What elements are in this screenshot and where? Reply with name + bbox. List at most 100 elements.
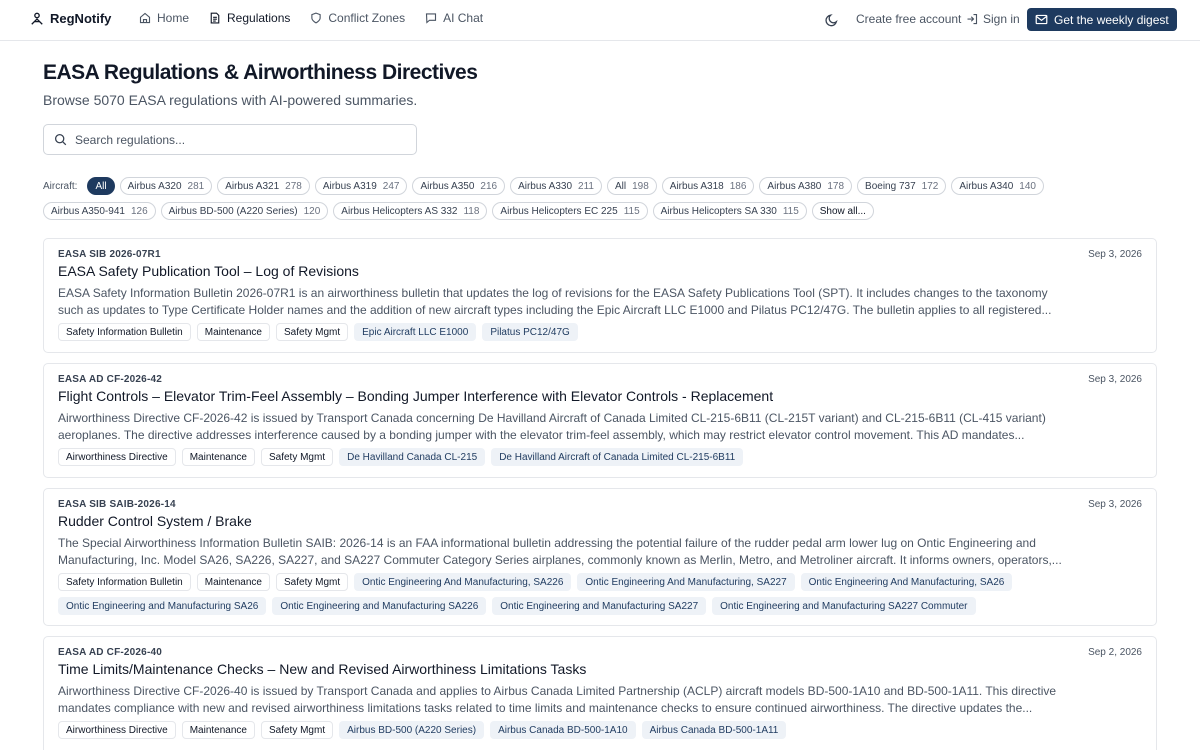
chip-count: 278 [285,180,302,192]
aircraft-model-tag: Ontic Engineering And Manufacturing, SA2… [577,573,795,591]
category-tag: Maintenance [181,448,255,466]
aircraft-model-tag: De Havilland Aircraft of Canada Limited … [491,448,744,466]
filter-chip[interactable]: Airbus BD-500 (A220 Series) 120 [160,202,329,220]
chip-count: 118 [463,205,480,217]
brand-logo[interactable]: RegNotify [30,11,111,26]
regulation-ref: EASA SIB SAIB-2026-14 [58,499,176,510]
create-account-link[interactable]: Create free account [856,12,961,26]
search-box[interactable] [43,124,417,155]
filter-chip[interactable]: Airbus A380 178 [759,177,853,195]
chip-count: 115 [782,205,799,217]
aircraft-model-tag: De Havilland Canada CL-215 [339,448,486,466]
chip-count: 172 [921,180,939,192]
shield-icon [311,12,322,24]
filter-chip[interactable]: All 198 [606,177,657,195]
filter-chip[interactable]: Airbus A318 186 [661,177,755,195]
document-icon [210,12,220,24]
regulation-title[interactable]: Rudder Control System / Brake [58,513,252,529]
regulation-summary: Airworthiness Directive CF-2026-40 is is… [58,683,1068,717]
regulation-card[interactable]: EASA SIB SAIB-2026-14 Sep 3, 2026 Rudder… [43,488,1157,626]
aircraft-model-tag: Pilatus PC12/47G [482,323,578,341]
regulation-title[interactable]: Time Limits/Maintenance Checks – New and… [58,661,586,677]
filter-chip-all[interactable]: All [87,177,115,195]
regulation-summary: The Special Airworthiness Information Bu… [58,535,1068,569]
category-tag: Maintenance [196,323,270,341]
filter-chip[interactable]: Airbus A330 211 [510,177,602,195]
brand-name: RegNotify [50,11,112,26]
regulation-card[interactable]: EASA AD CF-2026-42 Sep 3, 2026 Flight Co… [43,363,1157,478]
filter-chip[interactable]: Airbus A350-941 126 [43,202,156,220]
regulation-title[interactable]: Flight Controls – Elevator Trim-Feel Ass… [58,388,773,404]
chip-label: Airbus A321 [225,180,280,192]
moon-icon[interactable] [825,13,839,27]
regulation-date: Sep 3, 2026 [1088,249,1142,260]
main-nav: Home Regulations Conflict Zones AI Chat [139,11,483,25]
filter-chip[interactable]: Airbus Helicopters AS 332 118 [333,202,488,220]
page-title: EASA Regulations & Airworthiness Directi… [43,61,478,84]
filter-chip[interactable]: Airbus A321 278 [217,177,310,195]
filter-chip[interactable]: Airbus Helicopters SA 330 115 [652,202,807,220]
weekly-digest-label: Get the weekly digest [1054,12,1169,27]
summary-line: Manufacturing, Inc. Model SA26, SA226, S… [58,553,1062,567]
category-tag: Safety Information Bulletin [58,573,191,591]
show-all-filters-button[interactable]: Show all... [811,202,874,220]
aircraft-filter-row-2: Airbus A350-941 126 Airbus BD-500 (A220 S… [43,202,874,220]
regulation-date: Sep 2, 2026 [1088,647,1142,658]
chip-label: Show all... [819,205,866,217]
filter-chip[interactable]: Airbus A320 281 [119,177,213,195]
summary-line: mandates compliance with new and revised… [58,701,1033,715]
tag-list: Safety Information Bulletin Maintenance … [58,323,1148,341]
chip-count: 216 [480,180,498,192]
chip-count: 247 [382,180,400,192]
category-tag: Maintenance [196,573,270,591]
chip-label: Airbus A350-941 [51,205,125,217]
filter-chip[interactable]: Airbus A350 216 [412,177,506,195]
search-icon [54,133,67,146]
chip-label: Airbus Helicopters EC 225 [500,205,618,217]
summary-line: The Special Airworthiness Information Bu… [58,536,1036,550]
nav-ai-chat-label: AI Chat [443,11,484,25]
category-tag: Safety Mgmt [260,721,334,739]
chip-label: Airbus A330 [518,180,573,192]
tag-list: Safety Information Bulletin Maintenance … [58,573,1148,615]
chip-label: Airbus A319 [322,180,377,192]
category-tag: Safety Mgmt [276,323,349,341]
plane-person-icon [31,12,43,25]
weekly-digest-button[interactable]: Get the weekly digest [1027,8,1177,31]
aircraft-model-tag: Airbus Canada BD-500-1A11 [641,721,787,739]
chip-label: Airbus A320 [127,180,182,192]
chip-count: 120 [303,205,321,217]
nav-regulations-label: Regulations [227,11,291,25]
aircraft-model-tag: Ontic Engineering and Manufacturing SA26 [58,597,267,615]
sign-in-link[interactable]: Sign in [966,12,1020,26]
regulation-card[interactable]: EASA SIB 2026-07R1 Sep 3, 2026 EASA Safe… [43,238,1157,353]
filter-chip[interactable]: Boeing 737 172 [857,177,947,195]
regulation-title[interactable]: EASA Safety Publication Tool – Log of Re… [58,263,359,279]
aircraft-model-tag: Epic Aircraft LLC E1000 [354,323,477,341]
summary-line: EASA Safety Information Bulletin 2026-07… [58,286,1048,300]
filter-chip[interactable]: Airbus A340 140 [951,177,1044,195]
summary-line: Airworthiness Directive CF-2026-40 is is… [58,684,1057,698]
regulation-card[interactable]: EASA AD CF-2026-40 Sep 2, 2026 Time Limi… [43,636,1157,750]
tag-list: Airworthiness Directive Maintenance Safe… [58,721,1148,739]
aircraft-model-tag: Airbus BD-500 (A220 Series) [339,721,485,739]
nav-ai-chat[interactable]: AI Chat [425,11,483,25]
chip-count: 281 [187,180,205,192]
nav-conflict-zones[interactable]: Conflict Zones [310,11,405,25]
tag-list: Airworthiness Directive Maintenance Safe… [58,448,1148,466]
filter-chip[interactable]: Airbus Helicopters EC 225 115 [492,202,648,220]
chip-label: Airbus A318 [669,180,724,192]
chip-label: Boeing 737 [865,180,916,192]
nav-regulations[interactable]: Regulations [209,11,290,25]
filter-chip[interactable]: Airbus A319 247 [314,177,408,195]
nav-home[interactable]: Home [139,11,189,25]
chip-label: Airbus Helicopters AS 332 [341,205,458,217]
aircraft-filter-label: Aircraft: [43,180,78,192]
summary-line: such as updates to Type Certificate Hold… [58,303,1052,317]
home-icon [139,12,151,24]
category-tag: Safety Mgmt [276,573,349,591]
search-input[interactable] [75,132,395,147]
chip-label: Airbus A350 [420,180,475,192]
regulation-summary: Airworthiness Directive CF-2026-42 is is… [58,410,1068,444]
aircraft-model-tag: Ontic Engineering and Manufacturing SA22… [272,597,487,615]
